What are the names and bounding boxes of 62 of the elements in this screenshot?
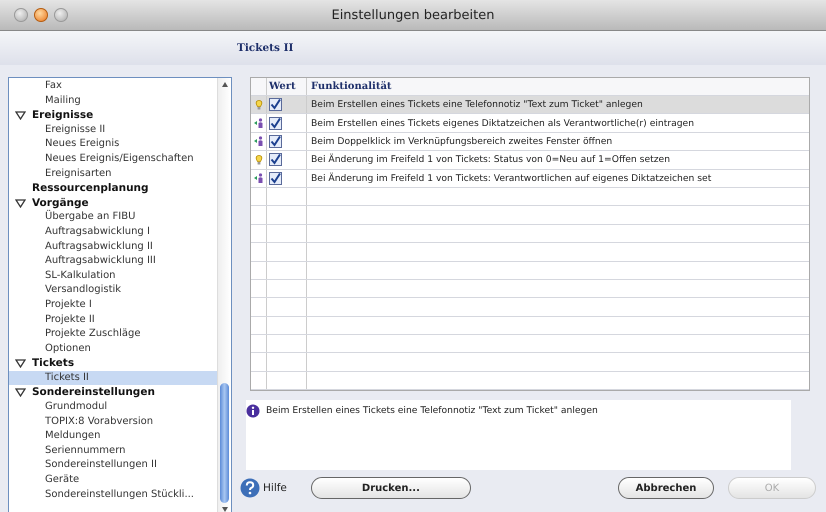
- description-text: Beim Erstellen eines Tickets eine Telefonnotiz "Text zum Ticket" anlegen: [266, 405, 598, 416]
- scroll-thumb[interactable]: [220, 383, 229, 503]
- checkbox[interactable]: [269, 153, 282, 166]
- tree-item[interactable]: Übergabe an FIBU: [9, 210, 217, 225]
- scroll-up-icon[interactable]: [222, 82, 228, 87]
- tree-item[interactable]: Optionen: [9, 342, 217, 356]
- disclosure-triangle-icon[interactable]: [15, 110, 29, 120]
- scroll-down-icon[interactable]: [222, 507, 228, 512]
- table-cell-text: Beim Erstellen eines Tickets eine Telefonnotiz "Text zum Ticket" anlegen: [310, 98, 644, 112]
- column-header[interactable]: Funktionalität: [307, 78, 809, 95]
- table-row[interactable]: Beim Doppelklick im Verknüpfungsbereich zweites Fenster öffnen: [251, 132, 809, 152]
- table-row[interactable]: Beim Erstellen eines Tickets eigenes Diktatzeichen als Verantwortliche(r) eintragen: [251, 114, 809, 133]
- tree-item[interactable]: Fax: [9, 79, 217, 94]
- checkbox[interactable]: [269, 134, 282, 148]
- table-row[interactable]: Bei Änderung im Freifeld 1 von Tickets: Verantwortlichen auf eigenes Diktatzeichen set: [251, 170, 809, 188]
- close-icon[interactable]: [34, 8, 48, 22]
- scroll-bar[interactable]: [217, 78, 231, 512]
- tree-item[interactable]: Tickets II: [9, 370, 217, 386]
- window-title: Einstellungen bearbeiten: [331, 8, 494, 22]
- table-cell-text: Bei Änderung im Freifeld 1 von Tickets: Verantwortlichen auf eigenes Diktatzeichen set: [310, 172, 712, 186]
- tree-item[interactable]: Meldungen: [9, 429, 217, 444]
- column-header[interactable]: Wert: [267, 78, 307, 95]
- tree-item[interactable]: Geräte: [9, 473, 217, 488]
- help-icon[interactable]: [240, 478, 260, 498]
- tree-item[interactable]: TOPIX:8 Vorabversion: [9, 414, 217, 430]
- table-cell-text: Beim Doppelklick im Verknüpfungsbereich zweites Fenster öffnen: [310, 134, 614, 149]
- tree-item[interactable]: Sondereinstellungen II: [9, 458, 217, 474]
- tree-group[interactable]: Ereignisse: [9, 108, 217, 123]
- disclosure-triangle-icon[interactable]: [15, 388, 29, 398]
- tree-group[interactable]: Vorgänge: [9, 196, 217, 210]
- section-title: Tickets II: [237, 42, 294, 54]
- tree-item[interactable]: Auftragsabwicklung II: [9, 240, 217, 254]
- tree-item[interactable]: Auftragsabwicklung I: [9, 224, 217, 240]
- table-row[interactable]: Beim Erstellen eines Tickets eine Telefonnotiz "Text zum Ticket" anlegen: [251, 96, 809, 114]
- checkbox[interactable]: [269, 172, 282, 185]
- tree-item[interactable]: Projekte Zuschläge: [9, 327, 217, 342]
- tree-item[interactable]: Projekte II: [9, 312, 217, 328]
- checkbox[interactable]: [269, 98, 282, 112]
- tree-item[interactable]: SL-Kalkulation: [9, 268, 217, 284]
- tree-item[interactable]: Grundmodul: [9, 400, 217, 415]
- tree-group[interactable]: Ressourcenplanung: [9, 181, 217, 196]
- tree-item[interactable]: Sondereinstellungen Stückli...: [9, 488, 217, 502]
- table-cell-text: Beim Erstellen eines Tickets eigenes Diktatzeichen als Verantwortliche(r) eintragen: [310, 116, 696, 131]
- tree-item[interactable]: Mailing: [9, 94, 217, 108]
- table-row[interactable]: Bei Änderung im Freifeld 1 von Tickets: Status von 0=Neu auf 1=Offen setzen: [251, 151, 809, 170]
- tree-item[interactable]: Ereignisarten: [9, 166, 217, 182]
- tree-item[interactable]: Versandlogistik: [9, 283, 217, 298]
- print-button[interactable]: Drucken...: [310, 477, 471, 499]
- tree-item[interactable]: Auftragsabwicklung III: [9, 254, 217, 269]
- tree-group[interactable]: Tickets: [9, 356, 217, 371]
- disclosure-triangle-icon[interactable]: [15, 198, 29, 208]
- help-label[interactable]: Hilfe: [263, 482, 287, 494]
- tree-item[interactable]: Neues Ereignis: [9, 137, 217, 152]
- tree-item[interactable]: Seriennummern: [9, 444, 217, 458]
- tree-item[interactable]: Ereignisse II: [9, 122, 217, 138]
- tree-item[interactable]: Projekte I: [9, 298, 217, 312]
- tree-item[interactable]: Neues Ereignis/Eigenschaften: [9, 152, 217, 167]
- tree-group[interactable]: Sondereinstellungen: [9, 385, 217, 400]
- cancel-button[interactable]: Abbrechen: [618, 477, 714, 499]
- disclosure-triangle-icon[interactable]: [15, 358, 29, 369]
- table-cell-text: Bei Änderung im Freifeld 1 von Tickets: Status von 0=Neu auf 1=Offen setzen: [310, 152, 672, 168]
- checkbox[interactable]: [269, 116, 282, 130]
